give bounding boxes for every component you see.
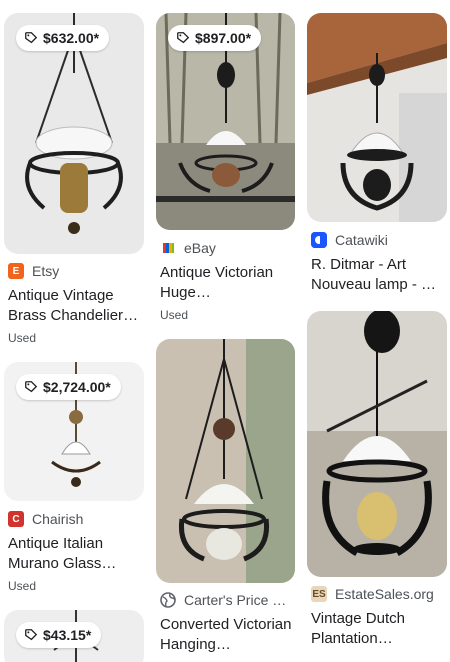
estatesales-icon: ES: [311, 586, 327, 602]
product-image[interactable]: $2,724.00*: [4, 362, 144, 501]
source-name: EstateSales.org: [335, 586, 434, 602]
source-name: Chairish: [32, 511, 84, 527]
source-row[interactable]: C Chairish: [8, 511, 83, 527]
product-image[interactable]: $632.00*: [4, 13, 144, 254]
etsy-icon: E: [8, 263, 24, 279]
product-title[interactable]: R. Ditmar - Art Nouveau lamp - …: [311, 255, 447, 295]
product-title[interactable]: Antique Vintage Brass Chandelier Hanging…: [8, 286, 142, 326]
source-row[interactable]: eBay: [160, 240, 216, 256]
globe-icon: [160, 592, 176, 608]
price-text: $632.00*: [43, 30, 100, 46]
product-title[interactable]: Antique Italian Murano Glass and…: [8, 534, 142, 574]
catawiki-icon: [311, 232, 327, 248]
source-row[interactable]: Carter's Price …: [160, 592, 286, 608]
tag-icon: [25, 32, 38, 44]
product-title[interactable]: Converted Victorian Hanging…: [160, 615, 294, 655]
price-badge: $897.00*: [168, 25, 262, 51]
source-name: Catawiki: [335, 232, 388, 248]
product-image[interactable]: [307, 311, 447, 577]
chairish-icon: C: [8, 511, 24, 527]
tag-icon: [177, 32, 190, 44]
price-text: $2,724.00*: [43, 379, 111, 395]
price-text: $897.00*: [195, 30, 252, 46]
price-badge: $632.00*: [16, 25, 110, 51]
tag-icon: [25, 381, 38, 393]
source-row[interactable]: ES EstateSales.org: [311, 586, 434, 602]
source-row[interactable]: Catawiki: [311, 232, 388, 248]
product-image[interactable]: $897.00*: [156, 13, 295, 230]
price-badge: $2,724.00*: [16, 374, 121, 400]
price-badge: $43.15*: [16, 622, 102, 648]
product-title[interactable]: Antique Victorian Huge Bronze/Brass…: [160, 263, 294, 303]
product-image[interactable]: [156, 339, 295, 583]
condition-label: Used: [8, 331, 37, 345]
product-image[interactable]: [307, 13, 447, 222]
product-title[interactable]: Vintage Dutch Plantation Hanging…: [311, 609, 447, 649]
condition-label: Used: [8, 579, 37, 593]
source-name: Etsy: [32, 263, 60, 279]
source-row[interactable]: E Etsy: [8, 263, 59, 279]
condition-label: Used: [160, 308, 189, 322]
ebay-icon: [160, 240, 176, 256]
source-name: Carter's Price …: [184, 592, 287, 608]
price-text: $43.15*: [43, 627, 92, 643]
tag-icon: [25, 629, 38, 641]
source-name: eBay: [184, 240, 216, 256]
product-image[interactable]: $43.15*: [4, 610, 144, 662]
